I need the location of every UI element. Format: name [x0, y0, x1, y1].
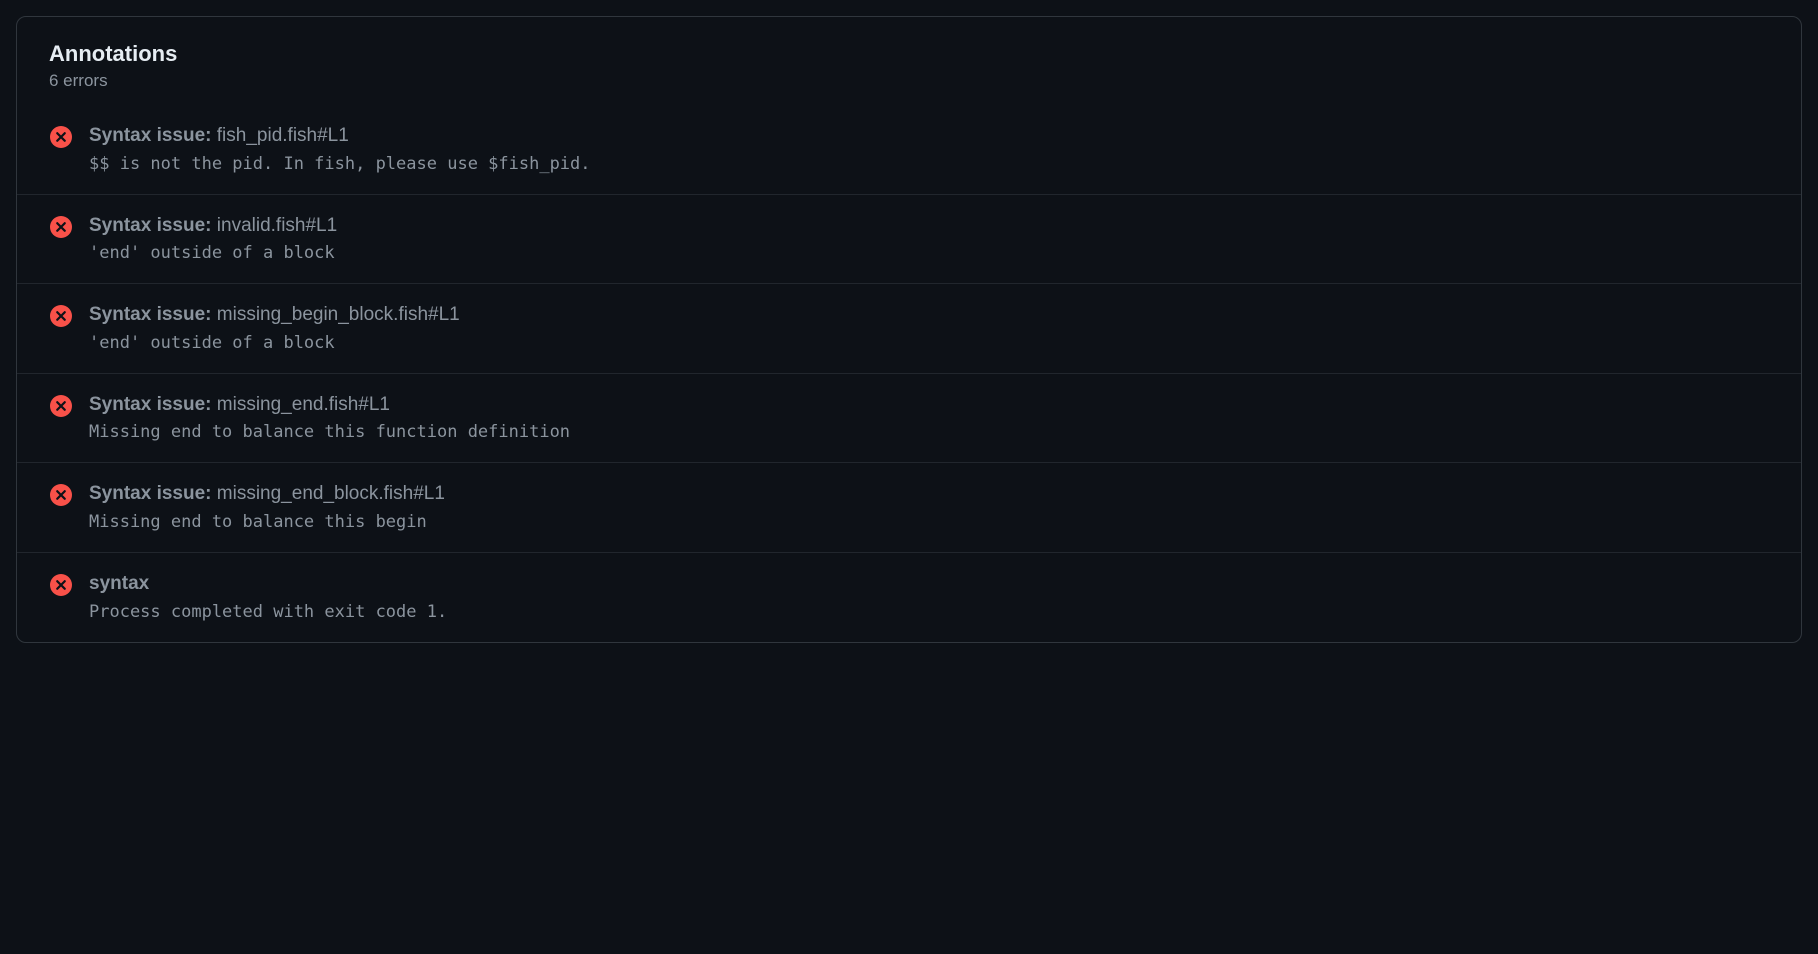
- annotation-item[interactable]: Syntax issue: missing_end.fish#L1 Missing…: [17, 373, 1801, 463]
- annotation-body: Syntax issue: missing_end.fish#L1 Missing…: [89, 392, 1769, 443]
- annotation-location[interactable]: missing_begin_block.fish#L1: [217, 304, 460, 325]
- error-icon: [49, 573, 73, 597]
- annotation-body: Syntax issue: missing_begin_block.fish#L…: [89, 302, 1769, 353]
- annotation-location[interactable]: fish_pid.fish#L1: [217, 125, 349, 146]
- annotation-title: Syntax issue: missing_begin_block.fish#L…: [89, 302, 1769, 329]
- annotation-title-prefix: Syntax issue:: [89, 125, 217, 146]
- annotation-title-prefix: syntax: [89, 573, 149, 594]
- annotation-location[interactable]: invalid.fish#L1: [217, 215, 337, 236]
- annotations-list: Syntax issue: fish_pid.fish#L1 $$ is not …: [17, 115, 1801, 642]
- annotation-title-prefix: Syntax issue:: [89, 304, 217, 325]
- annotation-body: Syntax issue: invalid.fish#L1 'end' outsi…: [89, 213, 1769, 264]
- annotation-item[interactable]: syntax Process completed with exit code 1…: [17, 552, 1801, 642]
- annotation-message: 'end' outside of a block: [89, 243, 1769, 263]
- annotation-title-prefix: Syntax issue:: [89, 394, 217, 415]
- annotation-item[interactable]: Syntax issue: fish_pid.fish#L1 $$ is not …: [17, 115, 1801, 194]
- annotation-body: Syntax issue: missing_end_block.fish#L1 M…: [89, 481, 1769, 532]
- annotation-title: Syntax issue: invalid.fish#L1: [89, 213, 1769, 240]
- error-icon: [49, 125, 73, 149]
- annotation-title: Syntax issue: fish_pid.fish#L1: [89, 123, 1769, 150]
- error-icon: [49, 304, 73, 328]
- annotation-location[interactable]: missing_end.fish#L1: [217, 394, 390, 415]
- annotation-item[interactable]: Syntax issue: missing_begin_block.fish#L…: [17, 283, 1801, 373]
- annotation-message: Missing end to balance this function def…: [89, 422, 1769, 442]
- annotation-title: Syntax issue: missing_end.fish#L1: [89, 392, 1769, 419]
- annotation-message: $$ is not the pid. In fish, please use $…: [89, 154, 1769, 174]
- annotation-title: syntax: [89, 571, 1769, 598]
- annotation-body: syntax Process completed with exit code 1…: [89, 571, 1769, 622]
- annotations-title: Annotations: [49, 41, 1769, 67]
- annotation-item[interactable]: Syntax issue: invalid.fish#L1 'end' outsi…: [17, 194, 1801, 284]
- error-icon: [49, 394, 73, 418]
- error-icon: [49, 483, 73, 507]
- annotation-title-prefix: Syntax issue:: [89, 483, 217, 504]
- annotations-header: Annotations 6 errors: [17, 17, 1801, 115]
- annotation-location[interactable]: missing_end_block.fish#L1: [217, 483, 445, 504]
- annotations-subtitle: 6 errors: [49, 71, 1769, 91]
- annotation-message: Process completed with exit code 1.: [89, 602, 1769, 622]
- annotation-title: Syntax issue: missing_end_block.fish#L1: [89, 481, 1769, 508]
- annotation-message: Missing end to balance this begin: [89, 512, 1769, 532]
- error-icon: [49, 215, 73, 239]
- annotations-panel: Annotations 6 errors Syntax issue: fish_…: [16, 16, 1802, 643]
- annotation-body: Syntax issue: fish_pid.fish#L1 $$ is not …: [89, 123, 1769, 174]
- annotation-message: 'end' outside of a block: [89, 333, 1769, 353]
- annotation-item[interactable]: Syntax issue: missing_end_block.fish#L1 M…: [17, 462, 1801, 552]
- annotation-title-prefix: Syntax issue:: [89, 215, 217, 236]
